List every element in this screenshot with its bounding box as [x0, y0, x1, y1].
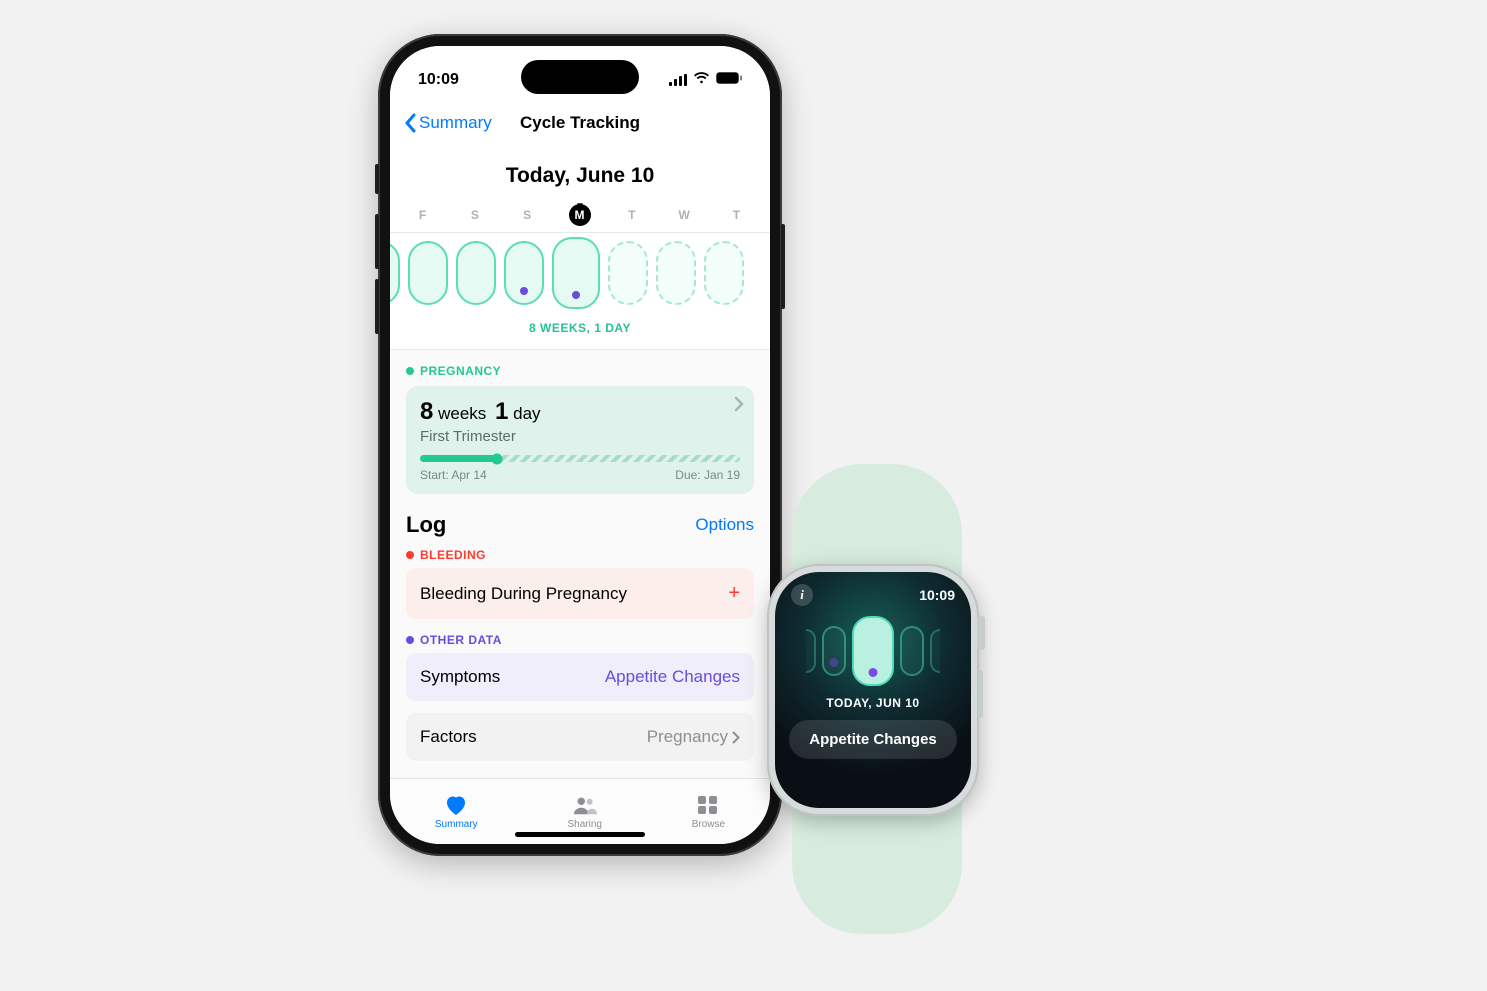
weekday-w[interactable]: W: [674, 204, 696, 226]
pregnancy-progress: [420, 455, 740, 462]
symptoms-label: Symptoms: [420, 667, 500, 687]
weekday-f[interactable]: F: [412, 204, 434, 226]
log-dot-icon: [830, 658, 839, 667]
watch-pill-current: [852, 616, 894, 686]
bleeding-row[interactable]: Bleeding During Pregnancy +: [406, 568, 754, 619]
apple-watch-device: i 10:09 TODAY, JUN 10 Appetite Changes: [767, 564, 979, 816]
weekday-s2[interactable]: S: [517, 204, 539, 226]
cycle-day-pill-current[interactable]: [552, 237, 600, 309]
due-date-label: Due: Jan 19: [675, 468, 740, 482]
gestation-label: 8 WEEKS, 1 DAY: [390, 317, 770, 350]
cycle-day-pill[interactable]: [456, 241, 496, 305]
log-dot-icon: [572, 291, 580, 299]
chevron-right-icon: [732, 731, 740, 744]
dot-icon: [406, 636, 414, 644]
back-label: Summary: [419, 113, 492, 133]
log-heading: Log: [406, 512, 446, 538]
nav-bar: Summary Cycle Tracking: [390, 100, 770, 146]
info-icon[interactable]: i: [791, 584, 813, 606]
bleeding-row-label: Bleeding During Pregnancy: [420, 584, 627, 604]
factors-row[interactable]: Factors Pregnancy: [406, 713, 754, 761]
watch-cycle-pills[interactable]: [775, 616, 971, 686]
iphone-volume-down: [375, 279, 379, 334]
iphone-power-button: [781, 224, 785, 309]
digital-crown: [977, 616, 985, 650]
cycle-day-pill-future[interactable]: [656, 241, 696, 305]
dot-icon: [406, 367, 414, 375]
watch-side-button: [978, 670, 983, 718]
date-heading: Today, June 10: [390, 146, 770, 196]
cycle-day-pill[interactable]: [408, 241, 448, 305]
pregnancy-card[interactable]: 8 weeks 1 day First Trimester Start: Apr…: [406, 386, 754, 494]
watch-screen: i 10:09 TODAY, JUN 10 Appetite Changes: [775, 572, 971, 808]
content-scroll[interactable]: Today, June 10 F S S M T W T: [390, 146, 770, 778]
weekday-row: F S S M T W T: [390, 204, 770, 233]
cycle-day-pill[interactable]: [504, 241, 544, 305]
back-button[interactable]: Summary: [404, 113, 492, 133]
weekday-t[interactable]: T: [621, 204, 643, 226]
log-dot-icon: [520, 287, 528, 295]
cellular-signal-icon: [669, 74, 687, 86]
heart-icon: [443, 794, 469, 816]
days-unit: day: [513, 404, 540, 423]
symptoms-row[interactable]: Symptoms Appetite Changes: [406, 653, 754, 701]
factors-value: Pregnancy: [647, 727, 728, 747]
watch-pill: [930, 629, 940, 673]
weeks-number: 8: [420, 398, 433, 425]
status-time: 10:09: [418, 71, 459, 89]
cycle-day-pill[interactable]: [390, 241, 400, 305]
cycle-pill-row[interactable]: [390, 233, 770, 317]
options-link[interactable]: Options: [695, 515, 754, 535]
watch-pill: [806, 629, 816, 673]
symptoms-value: Appetite Changes: [605, 667, 740, 687]
pregnancy-section-label: PREGNANCY: [406, 364, 754, 378]
nav-title: Cycle Tracking: [520, 113, 640, 133]
current-day-indicator: [390, 196, 770, 204]
people-icon: [572, 794, 598, 816]
tab-sharing[interactable]: Sharing: [567, 794, 601, 830]
grid-icon: [695, 794, 721, 816]
watch-pill: [822, 626, 846, 676]
watch-date-label: TODAY, JUN 10: [775, 696, 971, 710]
iphone-device: 10:09 Summary Cycle Tracking: [378, 34, 782, 856]
watch-pill: [900, 626, 924, 676]
weekday-m-current[interactable]: M: [569, 204, 591, 226]
wifi-icon: [693, 71, 710, 89]
dynamic-island: [521, 60, 639, 94]
add-button[interactable]: +: [728, 582, 740, 605]
iphone-volume-up: [375, 214, 379, 269]
days-number: 1: [495, 398, 508, 425]
watch-time: 10:09: [919, 587, 955, 603]
cycle-day-pill-future[interactable]: [608, 241, 648, 305]
dot-icon: [406, 551, 414, 559]
chevron-left-icon: [404, 113, 416, 133]
watch-symptom-chip[interactable]: Appetite Changes: [789, 720, 957, 759]
iphone-screen: 10:09 Summary Cycle Tracking: [390, 46, 770, 844]
chevron-right-icon: [734, 396, 744, 417]
tab-summary[interactable]: Summary: [435, 794, 478, 830]
home-indicator[interactable]: [515, 832, 645, 837]
log-dot-icon: [869, 668, 878, 677]
bleeding-section-label: BLEEDING: [390, 544, 770, 562]
trimester-label: First Trimester: [420, 428, 740, 445]
weekday-t2[interactable]: T: [726, 204, 748, 226]
weekday-s[interactable]: S: [464, 204, 486, 226]
start-date-label: Start: Apr 14: [420, 468, 487, 482]
factors-label: Factors: [420, 727, 477, 747]
tab-browse[interactable]: Browse: [692, 794, 725, 830]
weeks-unit: weeks: [438, 404, 486, 423]
battery-icon: [716, 71, 742, 89]
cycle-day-pill-future[interactable]: [704, 241, 744, 305]
other-data-section-label: OTHER DATA: [390, 619, 770, 647]
iphone-mute-switch: [375, 164, 379, 194]
